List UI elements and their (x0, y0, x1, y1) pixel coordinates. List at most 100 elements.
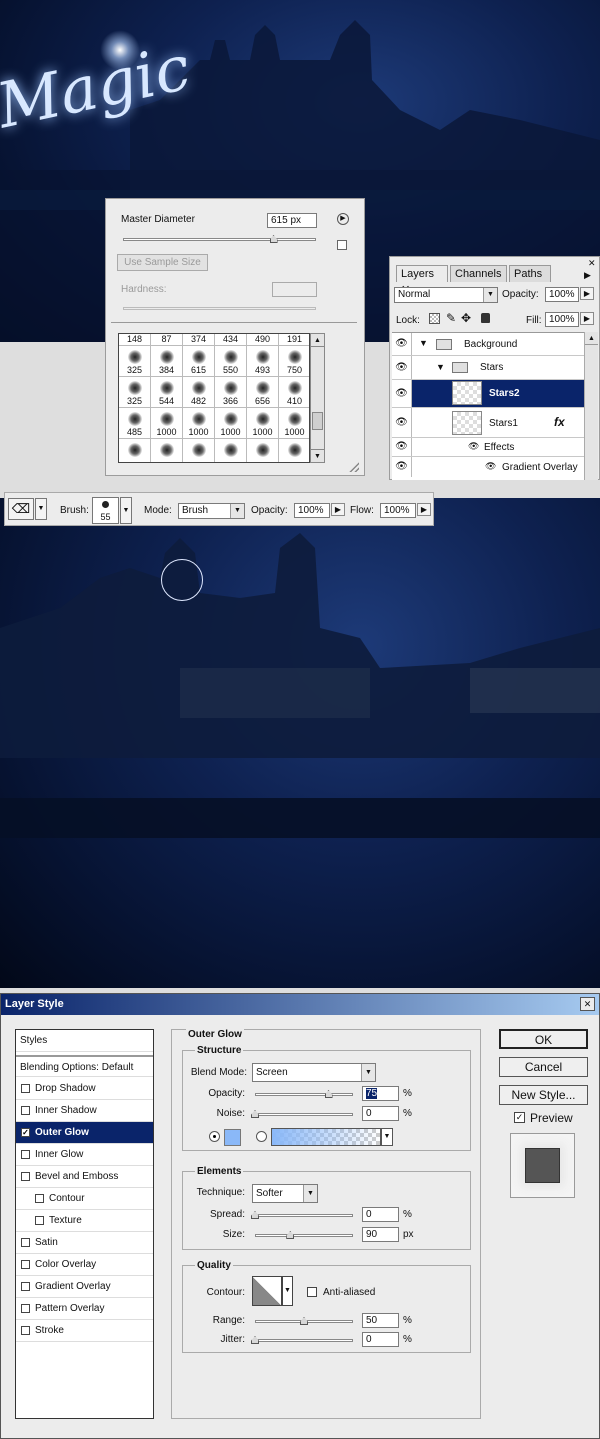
anti-aliased-checkbox[interactable] (307, 1287, 317, 1297)
brush-preset[interactable]: 1000 (151, 408, 183, 439)
brush-preset[interactable]: 482 (183, 377, 215, 408)
layers-panel-menu-icon[interactable]: ▶ (584, 270, 591, 281)
range-input[interactable]: 50 (362, 1313, 399, 1328)
brush-preset-header[interactable]: 374 (183, 334, 215, 346)
size-input[interactable]: 90 (362, 1227, 399, 1242)
brush-preset[interactable]: 325 (119, 377, 151, 408)
glow-opacity-input[interactable]: 75 (362, 1086, 399, 1101)
new-style-button[interactable]: New Style... (499, 1085, 588, 1105)
effect-row-gradient-overlay[interactable]: 👁 👁 Gradient Overlay (392, 457, 584, 477)
style-item-texture[interactable]: Texture (16, 1210, 153, 1232)
eye-visibility-icon[interactable]: 👁 (392, 333, 412, 355)
effects-row[interactable]: 👁 👁 Effects (392, 438, 584, 457)
eye-visibility-icon[interactable]: 👁 (392, 380, 412, 407)
brush-chevron-down-icon[interactable]: ▼ (120, 497, 132, 524)
size-slider[interactable] (255, 1234, 353, 1237)
brush-preset[interactable] (183, 439, 215, 462)
style-item-satin[interactable]: Satin (16, 1232, 153, 1254)
panel-resize-grip-icon[interactable] (349, 462, 359, 472)
tab-layers[interactable]: Layers ✕ (396, 265, 448, 296)
layers-panel-close-icon[interactable]: ✕ (588, 258, 596, 269)
style-item-drop-shadow[interactable]: Drop Shadow (16, 1078, 153, 1100)
style-checkbox[interactable] (21, 1238, 30, 1247)
spread-input[interactable]: 0 (362, 1207, 399, 1222)
effect-eye-icon[interactable]: 👁 (485, 461, 496, 472)
style-checkbox[interactable] (21, 1150, 30, 1159)
style-checkbox[interactable] (21, 1326, 30, 1335)
brush-preset-header[interactable]: 490 (247, 334, 279, 346)
lock-transparency-icon[interactable] (429, 313, 440, 324)
brush-preview-button[interactable]: 55 (92, 497, 119, 524)
expand-triangle-icon[interactable]: ▼ (419, 338, 428, 348)
style-checkbox[interactable] (35, 1194, 44, 1203)
style-item-outer-glow[interactable]: ✓ Outer Glow (16, 1122, 153, 1144)
lock-image-brush-icon[interactable]: ✎ (446, 311, 456, 325)
flow-arrow-icon[interactable]: ▶ (417, 503, 431, 516)
style-checkbox[interactable] (21, 1084, 30, 1093)
brush-preset[interactable]: 550 (215, 346, 247, 377)
brush-preset[interactable]: 750 (279, 346, 309, 377)
dialog-close-icon[interactable]: ✕ (580, 997, 595, 1011)
brush-preset[interactable] (151, 439, 183, 462)
brush-preset[interactable] (279, 439, 309, 462)
save-brush-icon[interactable] (337, 240, 347, 250)
style-checkbox[interactable] (21, 1106, 30, 1115)
fill-arrow-icon[interactable]: ▶ (580, 312, 594, 325)
style-checkbox[interactable] (35, 1216, 44, 1225)
expand-triangle-icon[interactable]: ▼ (436, 362, 445, 372)
glow-color-swatch[interactable] (224, 1129, 241, 1146)
brush-preset[interactable]: 1000 (247, 408, 279, 439)
brush-preset[interactable]: 366 (215, 377, 247, 408)
eye-visibility-icon[interactable]: 👁 (392, 438, 412, 456)
brush-preset[interactable]: 485 (119, 408, 151, 439)
lock-all-padlock-icon[interactable] (481, 313, 490, 323)
brush-preset[interactable]: 1000 (279, 408, 309, 439)
eye-visibility-icon[interactable]: 👁 (392, 408, 412, 437)
style-item-gradient-overlay[interactable]: Gradient Overlay (16, 1276, 153, 1298)
brush-preset-header[interactable]: 434 (215, 334, 247, 346)
gradient-chevron-down-icon[interactable]: ▼ (381, 1128, 393, 1146)
style-item-inner-shadow[interactable]: Inner Shadow (16, 1100, 153, 1122)
layer-row-stars1[interactable]: 👁 Stars1 fx (392, 408, 584, 438)
ok-button[interactable]: OK (499, 1029, 588, 1049)
layers-scrollbar[interactable]: ▲ (584, 332, 598, 480)
brush-preset-grid[interactable]: 148 87 374 434 490 191 325 384 615 550 493 750 325 54… (118, 333, 310, 463)
brush-preset[interactable]: 1000 (183, 408, 215, 439)
layer-opacity-input[interactable]: 100% (545, 287, 579, 302)
brush-preset[interactable]: 410 (279, 377, 309, 408)
layer-blend-mode-select[interactable]: Normal ▼ (394, 287, 498, 303)
brush-preset-header[interactable]: 148 (119, 334, 151, 346)
master-diameter-input[interactable]: 615 px (267, 213, 317, 228)
color-radio[interactable] (209, 1131, 220, 1142)
options-opacity-input[interactable]: 100% (294, 503, 330, 518)
style-item-contour[interactable]: Contour (16, 1188, 153, 1210)
style-checkbox[interactable] (21, 1260, 30, 1269)
brush-preset[interactable]: 615 (183, 346, 215, 377)
style-checkbox[interactable]: ✓ (21, 1128, 30, 1137)
contour-chevron-down-icon[interactable]: ▼ (282, 1276, 293, 1306)
panel-menu-arrow-icon[interactable]: ▶ (337, 213, 349, 225)
style-item-bevel-and-emboss[interactable]: Bevel and Emboss (16, 1166, 153, 1188)
flow-input[interactable]: 100% (380, 503, 416, 518)
eraser-tool-icon[interactable]: ⌫ (8, 498, 34, 520)
contour-picker[interactable] (252, 1276, 282, 1306)
spread-slider[interactable] (255, 1214, 353, 1217)
tool-preset-chevron-down-icon[interactable]: ▼ (35, 498, 47, 520)
use-sample-size-button[interactable]: Use Sample Size (117, 254, 208, 271)
style-item-pattern-overlay[interactable]: Pattern Overlay (16, 1298, 153, 1320)
brush-preset-header[interactable]: 191 (279, 334, 309, 346)
layer-row-stars2[interactable]: 👁 Stars2 (392, 380, 584, 408)
brush-preset[interactable] (119, 439, 151, 462)
jitter-input[interactable]: 0 (362, 1332, 399, 1347)
effect-eye-icon[interactable]: 👁 (468, 441, 479, 452)
brush-preset[interactable]: 656 (247, 377, 279, 408)
technique-select[interactable]: Softer ▼ (252, 1184, 318, 1203)
style-item-color-overlay[interactable]: Color Overlay (16, 1254, 153, 1276)
brush-preset[interactable]: 384 (151, 346, 183, 377)
style-checkbox[interactable] (21, 1282, 30, 1291)
glow-blend-mode-select[interactable]: Screen ▼ (252, 1063, 376, 1082)
master-diameter-slider[interactable] (123, 238, 316, 241)
glow-gradient-picker[interactable] (271, 1128, 381, 1146)
fx-icon[interactable]: fx (554, 415, 565, 429)
tab-paths[interactable]: Paths (509, 265, 551, 282)
